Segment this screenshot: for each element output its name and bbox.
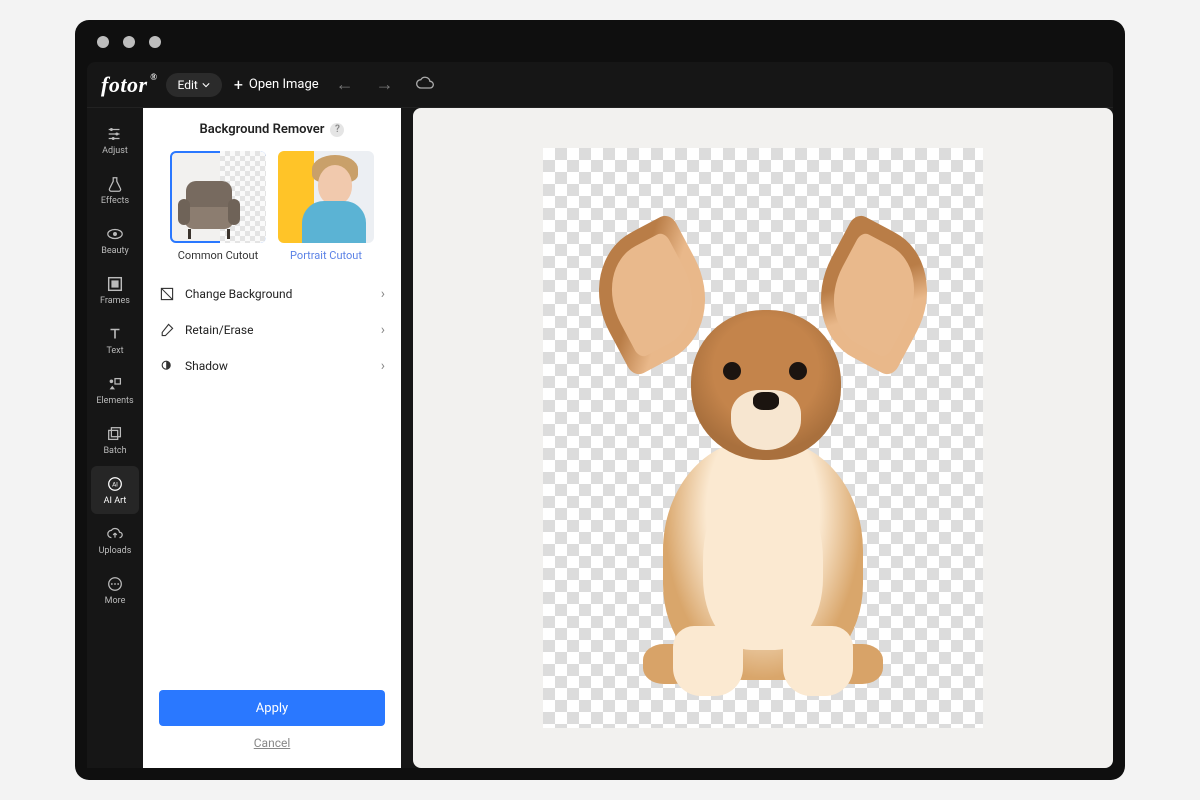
- rail-item-effects[interactable]: Effects: [91, 166, 139, 214]
- cutout-mode-group: Common Cutout Portrait Cutout: [159, 151, 385, 262]
- rail-item-batch[interactable]: Batch: [91, 416, 139, 464]
- rail-item-elements[interactable]: Elements: [91, 366, 139, 414]
- option-label: Change Background: [185, 287, 292, 301]
- svg-text:AI: AI: [112, 480, 118, 488]
- chevron-down-icon: [202, 82, 210, 88]
- swap-icon: [159, 286, 175, 302]
- panel-title-row: Background Remover ?: [159, 122, 385, 137]
- panel-title: Background Remover: [200, 122, 325, 137]
- common-cutout-thumb: [170, 151, 266, 243]
- cloud-up-icon: [106, 525, 124, 543]
- rail-item-label: Elements: [96, 396, 133, 406]
- rail-item-label: More: [105, 596, 126, 606]
- rail-item-more[interactable]: More: [91, 566, 139, 614]
- rail-item-label: Uploads: [99, 546, 132, 556]
- undo-button[interactable]: ←: [331, 74, 359, 95]
- window-dot[interactable]: [97, 36, 109, 48]
- plus-icon: +: [234, 79, 243, 91]
- panel-option-list: Change Background › Retain/Erase › Shadow ›: [159, 276, 385, 384]
- sliders-icon: [106, 125, 124, 143]
- option-shadow[interactable]: Shadow ›: [159, 348, 385, 384]
- browser-frame: fotor Edit + Open Image ← → Adjust Effect…: [75, 20, 1125, 780]
- elements-icon: [106, 375, 124, 393]
- eye-icon: [106, 225, 124, 243]
- portrait-cutout-option[interactable]: Portrait Cutout: [278, 151, 374, 262]
- window-dot[interactable]: [123, 36, 135, 48]
- rail-item-label: AI Art: [104, 496, 127, 506]
- rail-item-ai-art[interactable]: AI AI Art: [91, 466, 139, 514]
- redo-button[interactable]: →: [371, 74, 399, 95]
- edit-menu-label: Edit: [178, 78, 198, 92]
- eraser-icon: [159, 322, 175, 338]
- window-controls: [97, 36, 161, 48]
- topbar: fotor Edit + Open Image ← →: [87, 62, 1113, 108]
- portrait-cutout-thumb: [278, 151, 374, 243]
- puppy-subject: [603, 210, 923, 710]
- shadow-icon: [159, 358, 175, 374]
- option-change-background[interactable]: Change Background ›: [159, 276, 385, 312]
- transparent-canvas: [543, 148, 983, 728]
- chevron-right-icon: ›: [381, 286, 385, 302]
- app-shell: fotor Edit + Open Image ← → Adjust Effect…: [87, 62, 1113, 768]
- rail-item-label: Frames: [100, 296, 130, 306]
- frame-icon: [106, 275, 124, 293]
- rail-item-uploads[interactable]: Uploads: [91, 516, 139, 564]
- option-retain-erase[interactable]: Retain/Erase ›: [159, 312, 385, 348]
- common-cutout-label: Common Cutout: [178, 249, 258, 262]
- rail-item-label: Batch: [103, 446, 126, 456]
- window-dot[interactable]: [149, 36, 161, 48]
- cloud-sync-icon[interactable]: [411, 75, 439, 94]
- open-image-button[interactable]: + Open Image: [234, 77, 319, 92]
- rail-item-frames[interactable]: Frames: [91, 266, 139, 314]
- options-panel: Background Remover ? Common Cutout: [143, 108, 401, 768]
- option-label: Retain/Erase: [185, 323, 253, 337]
- left-tool-rail: Adjust Effects Beauty Frames Text Elements Bat…: [87, 108, 143, 768]
- rail-item-adjust[interactable]: Adjust: [91, 116, 139, 164]
- common-cutout-option[interactable]: Common Cutout: [170, 151, 266, 262]
- open-image-label: Open Image: [249, 77, 319, 92]
- chevron-right-icon: ›: [381, 358, 385, 374]
- batch-icon: [106, 425, 124, 443]
- help-icon[interactable]: ?: [330, 123, 344, 137]
- more-icon: [106, 575, 124, 593]
- cancel-link[interactable]: Cancel: [159, 736, 385, 750]
- rail-item-label: Adjust: [102, 146, 128, 156]
- portrait-cutout-label: Portrait Cutout: [290, 249, 362, 262]
- text-icon: [106, 325, 124, 343]
- edit-menu-button[interactable]: Edit: [166, 73, 222, 97]
- rail-item-label: Text: [106, 346, 123, 356]
- brand-logo[interactable]: fotor: [101, 72, 154, 98]
- flask-icon: [106, 175, 124, 193]
- rail-item-beauty[interactable]: Beauty: [91, 216, 139, 264]
- armchair-illustration: [174, 167, 244, 239]
- rail-item-label: Beauty: [101, 246, 128, 256]
- panel-footer: Apply Cancel: [159, 690, 385, 754]
- app-body: Adjust Effects Beauty Frames Text Elements Bat…: [87, 108, 1113, 768]
- rail-item-text[interactable]: Text: [91, 316, 139, 364]
- chevron-right-icon: ›: [381, 322, 385, 338]
- canvas-area[interactable]: [413, 108, 1113, 768]
- rail-item-label: Effects: [101, 196, 129, 206]
- apply-button[interactable]: Apply: [159, 690, 385, 726]
- option-label: Shadow: [185, 359, 228, 373]
- ai-icon: AI: [106, 475, 124, 493]
- person-illustration: [296, 153, 372, 243]
